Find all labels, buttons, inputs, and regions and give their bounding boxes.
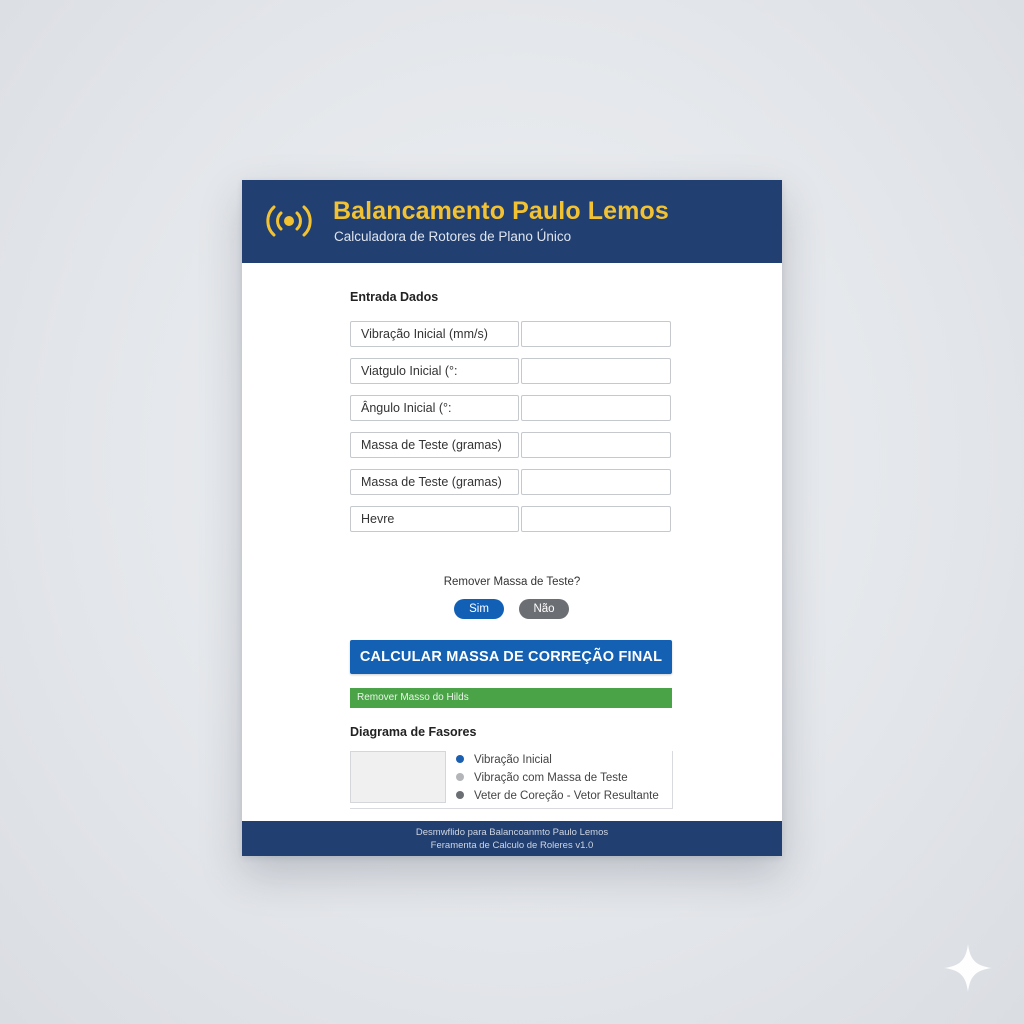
app-title: Balancamento Paulo Lemos bbox=[333, 197, 669, 225]
legend-dot-icon bbox=[456, 791, 464, 799]
calculator-card: Balancamento Paulo Lemos Calculadora de … bbox=[242, 180, 782, 856]
app-footer: Desmwflido para Balancoanmto Paulo Lemos… bbox=[242, 821, 782, 856]
test-mass-input-2[interactable] bbox=[521, 469, 671, 495]
phasor-diagram-canvas bbox=[350, 751, 446, 803]
field-label: Vibração Inicial (mm/s) bbox=[350, 321, 519, 347]
input-row-initial-angle-b: Ângulo Inicial (°: bbox=[350, 395, 672, 421]
input-section-title: Entrada Dados bbox=[350, 290, 439, 304]
initial-angle-input[interactable] bbox=[521, 358, 671, 384]
status-bar: Remover Masso do Hilds bbox=[350, 688, 672, 708]
hevre-input[interactable] bbox=[521, 506, 671, 532]
calculate-correction-mass-button[interactable]: CALCULAR MASSA DE CORREÇÃO FINAL bbox=[350, 640, 672, 674]
legend-dot-icon bbox=[456, 773, 464, 781]
legend-label: Vibração com Massa de Teste bbox=[474, 772, 628, 784]
legend-label: Veter de Coreção - Vetor Resultante bbox=[474, 790, 659, 802]
footer-credit: Desmwflido para Balancoanmto Paulo Lemos bbox=[415, 827, 609, 838]
field-label: Massa de Teste (gramas) bbox=[350, 469, 519, 495]
field-label: Massa de Teste (gramas) bbox=[350, 432, 519, 458]
input-row-test-mass-a: Massa de Teste (gramas) bbox=[350, 432, 672, 458]
no-button[interactable]: Não bbox=[519, 599, 569, 619]
app-header: Balancamento Paulo Lemos Calculadora de … bbox=[242, 180, 782, 263]
input-row-test-mass-b: Massa de Teste (gramas) bbox=[350, 469, 672, 495]
field-label: Viatgulo Inicial (°: bbox=[350, 358, 519, 384]
legend-item-vibration-with-test-mass: Vibração com Massa de Teste bbox=[456, 772, 628, 784]
initial-vibration-input[interactable] bbox=[521, 321, 671, 347]
field-label: Ângulo Inicial (°: bbox=[350, 395, 519, 421]
angle-input[interactable] bbox=[521, 395, 671, 421]
input-row-initial-angle-a: Viatgulo Inicial (°: bbox=[350, 358, 672, 384]
input-row-hevre: Hevre bbox=[350, 506, 672, 532]
field-label: Hevre bbox=[350, 506, 519, 532]
phasor-diagram-panel: Vibração Inicial Vibração com Massa de T… bbox=[350, 751, 673, 809]
legend-item-correction-vector: Veter de Coreção - Vetor Resultante bbox=[456, 790, 659, 802]
legend-label: Vibração Inicial bbox=[474, 754, 552, 766]
legend-dot-icon bbox=[456, 755, 464, 763]
input-row-initial-vibration: Vibração Inicial (mm/s) bbox=[350, 321, 672, 347]
yes-button[interactable]: Sim bbox=[454, 599, 504, 619]
vibration-signal-icon bbox=[266, 205, 312, 237]
legend-item-initial-vibration: Vibração Inicial bbox=[456, 754, 552, 766]
sparkle-icon bbox=[944, 944, 992, 992]
app-subtitle: Calculadora de Rotores de Plano Único bbox=[334, 229, 572, 244]
test-mass-input[interactable] bbox=[521, 432, 671, 458]
remove-test-mass-question: Remover Massa de Teste? bbox=[443, 576, 581, 588]
phasor-diagram-title: Diagrama de Fasores bbox=[350, 725, 477, 739]
footer-version: Feramenta de Calculo de Roleres v1.0 bbox=[430, 840, 594, 851]
